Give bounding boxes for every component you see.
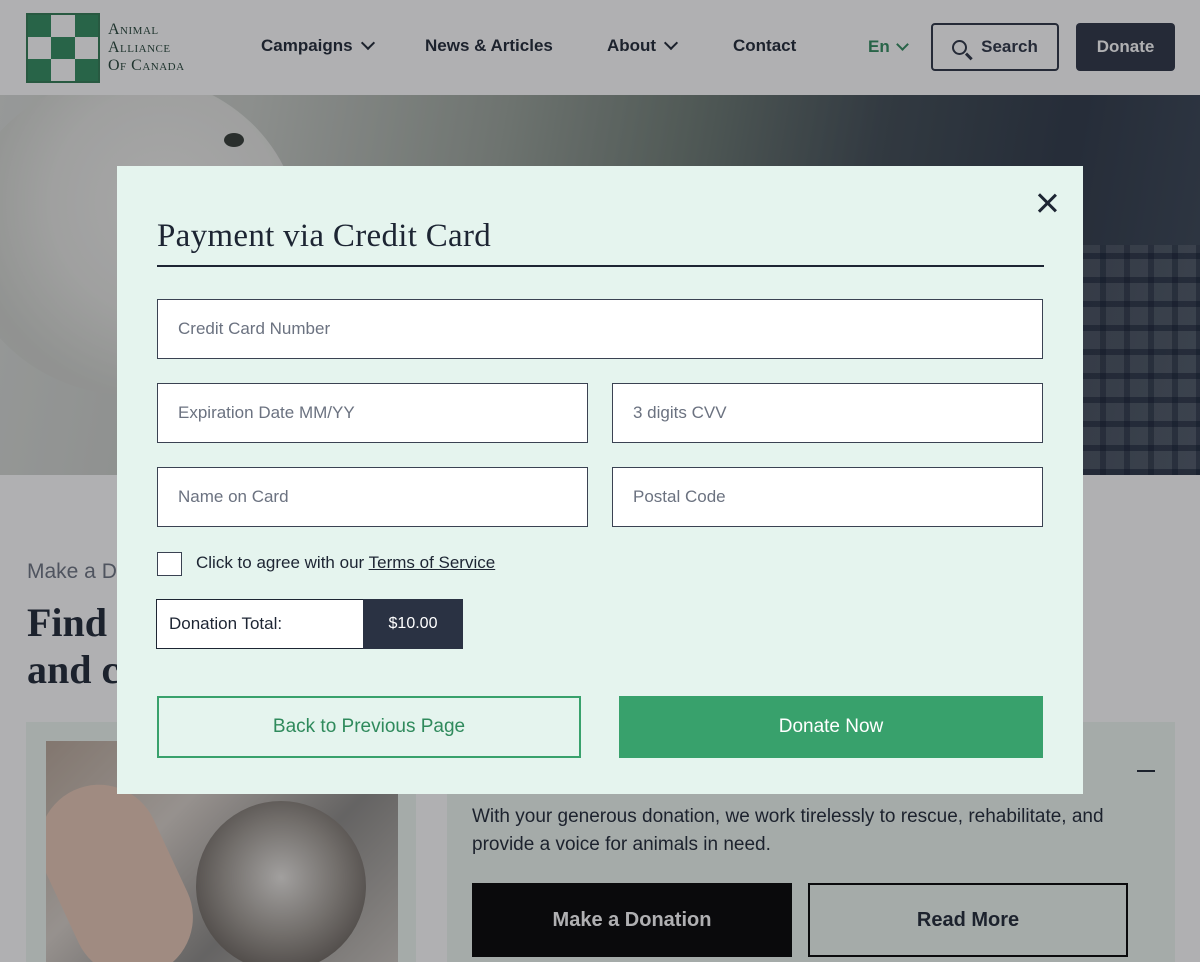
back-to-previous-button[interactable]: Back to Previous Page [157, 696, 581, 758]
terms-agreement: Click to agree with our Terms of Service [196, 553, 495, 573]
card-number-input[interactable] [157, 299, 1043, 359]
name-on-card-input[interactable] [157, 467, 588, 527]
donation-total-value: $10.00 [363, 599, 463, 649]
title-divider [157, 265, 1044, 267]
donate-now-button[interactable]: Donate Now [619, 696, 1043, 758]
donation-total-label: Donation Total: [156, 599, 364, 649]
terms-of-service-link[interactable]: Terms of Service [369, 553, 496, 572]
modal-title: Payment via Credit Card [157, 218, 492, 254]
terms-agreement-text: Click to agree with our [196, 553, 369, 572]
expiration-date-input[interactable] [157, 383, 588, 443]
postal-code-input[interactable] [612, 467, 1043, 527]
close-icon[interactable] [1036, 192, 1058, 214]
terms-checkbox[interactable] [157, 552, 182, 576]
cvv-input[interactable] [612, 383, 1043, 443]
payment-modal: Payment via Credit Card Click to agree w… [117, 166, 1083, 794]
